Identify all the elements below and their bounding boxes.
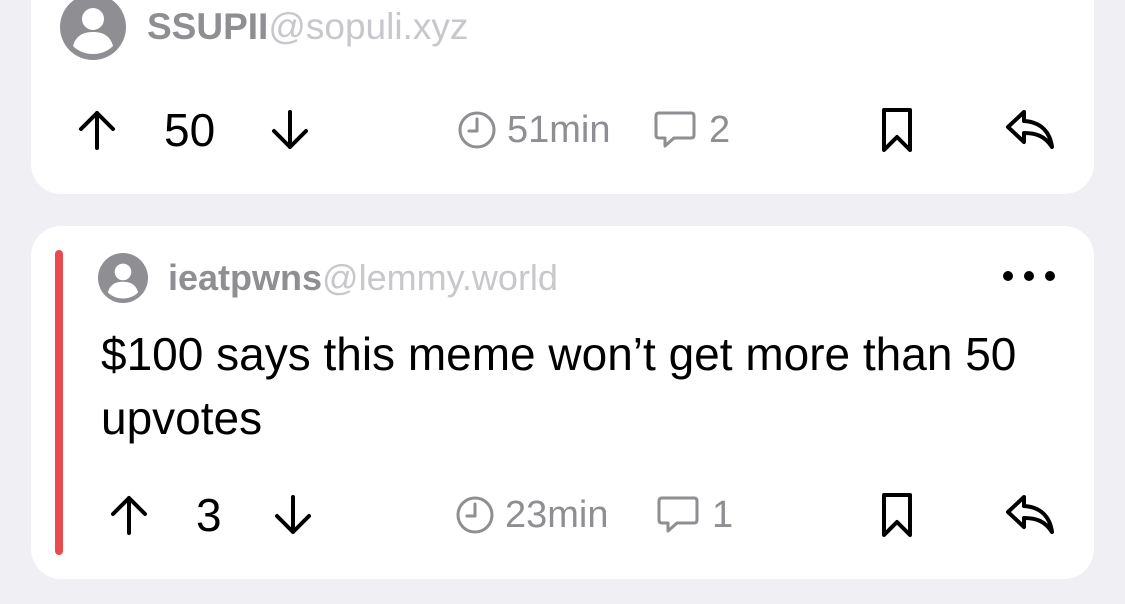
comment-age: 51min (457, 109, 611, 151)
reply-count-label: 2 (709, 109, 731, 151)
reply-count: 2 (653, 109, 730, 151)
clock-icon (456, 496, 494, 534)
age-label: 23min (505, 494, 609, 536)
comment-author[interactable]: SSUPII@sopuli.xyz (60, 0, 468, 60)
age-label: 51min (507, 109, 611, 151)
comment-age: 23min (455, 494, 609, 536)
comment-card: SSUPII@sopuli.xyz 50 51min 2 (31, 0, 1094, 194)
instance-domain: @sopuli.xyz (268, 6, 469, 47)
upvote-arrow-icon[interactable] (75, 108, 119, 152)
downvote-arrow-icon[interactable] (268, 108, 312, 152)
comment-author[interactable]: ieatpwns@lemmy.world (98, 253, 558, 303)
reply-icon[interactable] (1005, 106, 1055, 152)
reply-icon[interactable] (1005, 491, 1055, 537)
comment-bubble-icon (657, 496, 699, 533)
author-name: SSUPII@sopuli.xyz (147, 6, 468, 48)
more-dots-icon[interactable] (1003, 268, 1055, 284)
author-name: ieatpwns@lemmy.world (168, 257, 558, 299)
avatar-icon (98, 253, 148, 303)
score-count: 3 (196, 489, 222, 541)
username: ieatpwns (168, 257, 323, 298)
instance-domain: @lemmy.world (322, 257, 558, 298)
avatar-icon (60, 0, 126, 60)
comment-action-bar: 50 51min 2 (31, 100, 1094, 160)
upvote-arrow-icon[interactable] (107, 493, 151, 537)
bookmark-icon[interactable] (879, 491, 915, 539)
comment-body: $100 says this meme won’t get more than … (101, 328, 1017, 444)
score-count: 50 (164, 104, 216, 156)
username: SSUPII (147, 6, 269, 47)
bookmark-icon[interactable] (879, 106, 915, 154)
downvote-arrow-icon[interactable] (271, 493, 315, 537)
comment-bubble-icon (654, 111, 696, 148)
reply-count: 1 (656, 494, 733, 536)
clock-icon (458, 111, 496, 149)
comment-action-bar: 3 23min 1 (31, 485, 1094, 545)
reply-count-label: 1 (712, 494, 734, 536)
comment-card: ieatpwns@lemmy.world $100 says this meme… (31, 226, 1094, 579)
